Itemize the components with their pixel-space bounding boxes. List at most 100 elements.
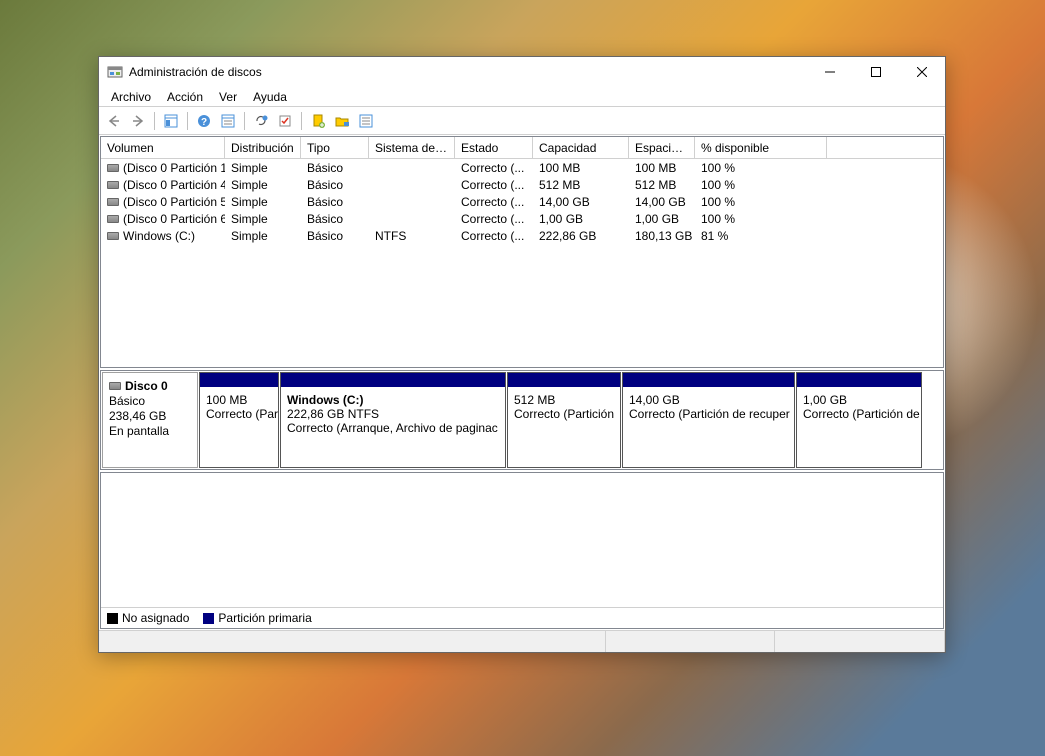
partition-header [623, 373, 794, 387]
partitions-container: 100 MBCorrecto (PartWindows (C:)222,86 G… [199, 372, 942, 468]
volume-capacity: 512 MB [533, 178, 629, 192]
disk-type-label: Básico [109, 394, 191, 408]
partition-status: Correcto (Partición de recuper [629, 407, 788, 421]
col-header-sistema[interactable]: Sistema de ... [369, 137, 455, 158]
volume-capacity: 222,86 GB [533, 229, 629, 243]
graphical-view: Disco 0 Básico 238,46 GB En pantalla 100… [100, 370, 944, 470]
volume-type: Básico [301, 178, 369, 192]
commit-button[interactable] [274, 110, 296, 132]
volume-status: Correcto (... [455, 161, 533, 175]
partition-cell[interactable]: Windows (C:)222,86 GB NTFSCorrecto (Arra… [280, 372, 506, 468]
col-header-estado[interactable]: Estado [455, 137, 533, 158]
partition-cell[interactable]: 512 MBCorrecto (Partición [507, 372, 621, 468]
legend-primary: Partición primaria [203, 611, 311, 625]
disk-size-label: 238,46 GB [109, 409, 191, 423]
partition-size: 512 MB [514, 393, 614, 407]
volume-pct: 100 % [695, 161, 827, 175]
col-header-tipo[interactable]: Tipo [301, 137, 369, 158]
volume-row[interactable]: (Disco 0 Partición 4)SimpleBásicoCorrect… [101, 176, 943, 193]
volume-fs: NTFS [369, 229, 455, 243]
col-header-disponible[interactable]: % disponible [695, 137, 827, 158]
volume-free: 100 MB [629, 161, 695, 175]
volume-name: (Disco 0 Partición 5) [123, 195, 225, 209]
volume-pct: 100 % [695, 195, 827, 209]
toolbar: ? [99, 107, 945, 135]
partition-size: 14,00 GB [629, 393, 788, 407]
volume-pct: 81 % [695, 229, 827, 243]
volume-layout: Simple [225, 212, 301, 226]
legend: No asignado Partición primaria [101, 607, 943, 628]
volume-free: 180,13 GB [629, 229, 695, 243]
volume-rows: (Disco 0 Partición 1)SimpleBásicoCorrect… [101, 159, 943, 367]
volume-icon [107, 164, 119, 172]
back-button[interactable] [103, 110, 125, 132]
volume-row[interactable]: (Disco 0 Partición 6)SimpleBásicoCorrect… [101, 210, 943, 227]
menu-bar: Archivo Acción Ver Ayuda [99, 87, 945, 107]
partition-status: Correcto (Arranque, Archivo de paginac [287, 421, 499, 435]
app-icon [107, 64, 123, 80]
volume-free: 1,00 GB [629, 212, 695, 226]
menu-ver[interactable]: Ver [211, 88, 245, 106]
volume-icon [107, 198, 119, 206]
volume-list-header: Volumen Distribución Tipo Sistema de ...… [101, 137, 943, 159]
menu-accion[interactable]: Acción [159, 88, 211, 106]
volume-capacity: 14,00 GB [533, 195, 629, 209]
volume-list: Volumen Distribución Tipo Sistema de ...… [100, 136, 944, 368]
partition-status: Correcto (Partición de [803, 407, 915, 421]
col-header-capacidad[interactable]: Capacidad [533, 137, 629, 158]
forward-button[interactable] [127, 110, 149, 132]
disk-name-label: Disco 0 [125, 379, 168, 393]
volume-row[interactable]: (Disco 0 Partición 1)SimpleBásicoCorrect… [101, 159, 943, 176]
partition-size: 100 MB [206, 393, 272, 407]
partition-size: 1,00 GB [803, 393, 915, 407]
volume-free: 512 MB [629, 178, 695, 192]
volume-name: (Disco 0 Partición 4) [123, 178, 225, 192]
maximize-button[interactable] [853, 57, 899, 87]
volume-row[interactable]: (Disco 0 Partición 5)SimpleBásico Correct… [101, 193, 943, 210]
minimize-button[interactable] [807, 57, 853, 87]
volume-free: 14,00 GB [629, 195, 695, 209]
volume-layout: Simple [225, 178, 301, 192]
partition-size: 222,86 GB NTFS [287, 407, 499, 421]
col-header-distribucion[interactable]: Distribución [225, 137, 301, 158]
list-button[interactable] [355, 110, 377, 132]
volume-layout: Simple [225, 195, 301, 209]
volume-layout: Simple [225, 161, 301, 175]
disk-info[interactable]: Disco 0 Básico 238,46 GB En pantalla [102, 372, 198, 468]
show-hide-tree-button[interactable] [160, 110, 182, 132]
partition-status: Correcto (Partición [514, 407, 614, 421]
partition-cell[interactable]: 14,00 GBCorrecto (Partición de recuper [622, 372, 795, 468]
folder-button[interactable] [331, 110, 353, 132]
volume-capacity: 100 MB [533, 161, 629, 175]
volume-name: (Disco 0 Partición 6) [123, 212, 225, 226]
window-title: Administración de discos [129, 65, 807, 79]
col-header-volumen[interactable]: Volumen [101, 137, 225, 158]
volume-icon [107, 181, 119, 189]
close-button[interactable] [899, 57, 945, 87]
menu-archivo[interactable]: Archivo [103, 88, 159, 106]
partition-header [508, 373, 620, 387]
partition-cell[interactable]: 100 MBCorrecto (Part [199, 372, 279, 468]
menu-ayuda[interactable]: Ayuda [245, 88, 295, 106]
volume-row[interactable]: Windows (C:)SimpleBásicoNTFSCorrecto (..… [101, 227, 943, 244]
partition-cell[interactable]: 1,00 GBCorrecto (Partición de [796, 372, 922, 468]
partition-header [200, 373, 278, 387]
bottom-pane: No asignado Partición primaria [100, 472, 944, 629]
partition-status: Correcto (Part [206, 407, 272, 421]
help-button[interactable]: ? [193, 110, 215, 132]
volume-type: Básico [301, 229, 369, 243]
volume-pct: 100 % [695, 212, 827, 226]
col-header-espacio[interactable]: Espacio ... [629, 137, 695, 158]
volume-icon [107, 215, 119, 223]
volume-status: Correcto (... [455, 195, 533, 209]
new-button[interactable] [307, 110, 329, 132]
refresh-button[interactable] [250, 110, 272, 132]
volume-type: Básico [301, 212, 369, 226]
title-bar[interactable]: Administración de discos [99, 57, 945, 87]
partition-header [797, 373, 921, 387]
partition-name: Windows (C:) [287, 393, 499, 407]
properties-button[interactable] [217, 110, 239, 132]
disk-status-label: En pantalla [109, 424, 191, 438]
disk-management-window: Administración de discos Archivo Acción … [98, 56, 946, 653]
volume-type: Básico [301, 195, 369, 209]
